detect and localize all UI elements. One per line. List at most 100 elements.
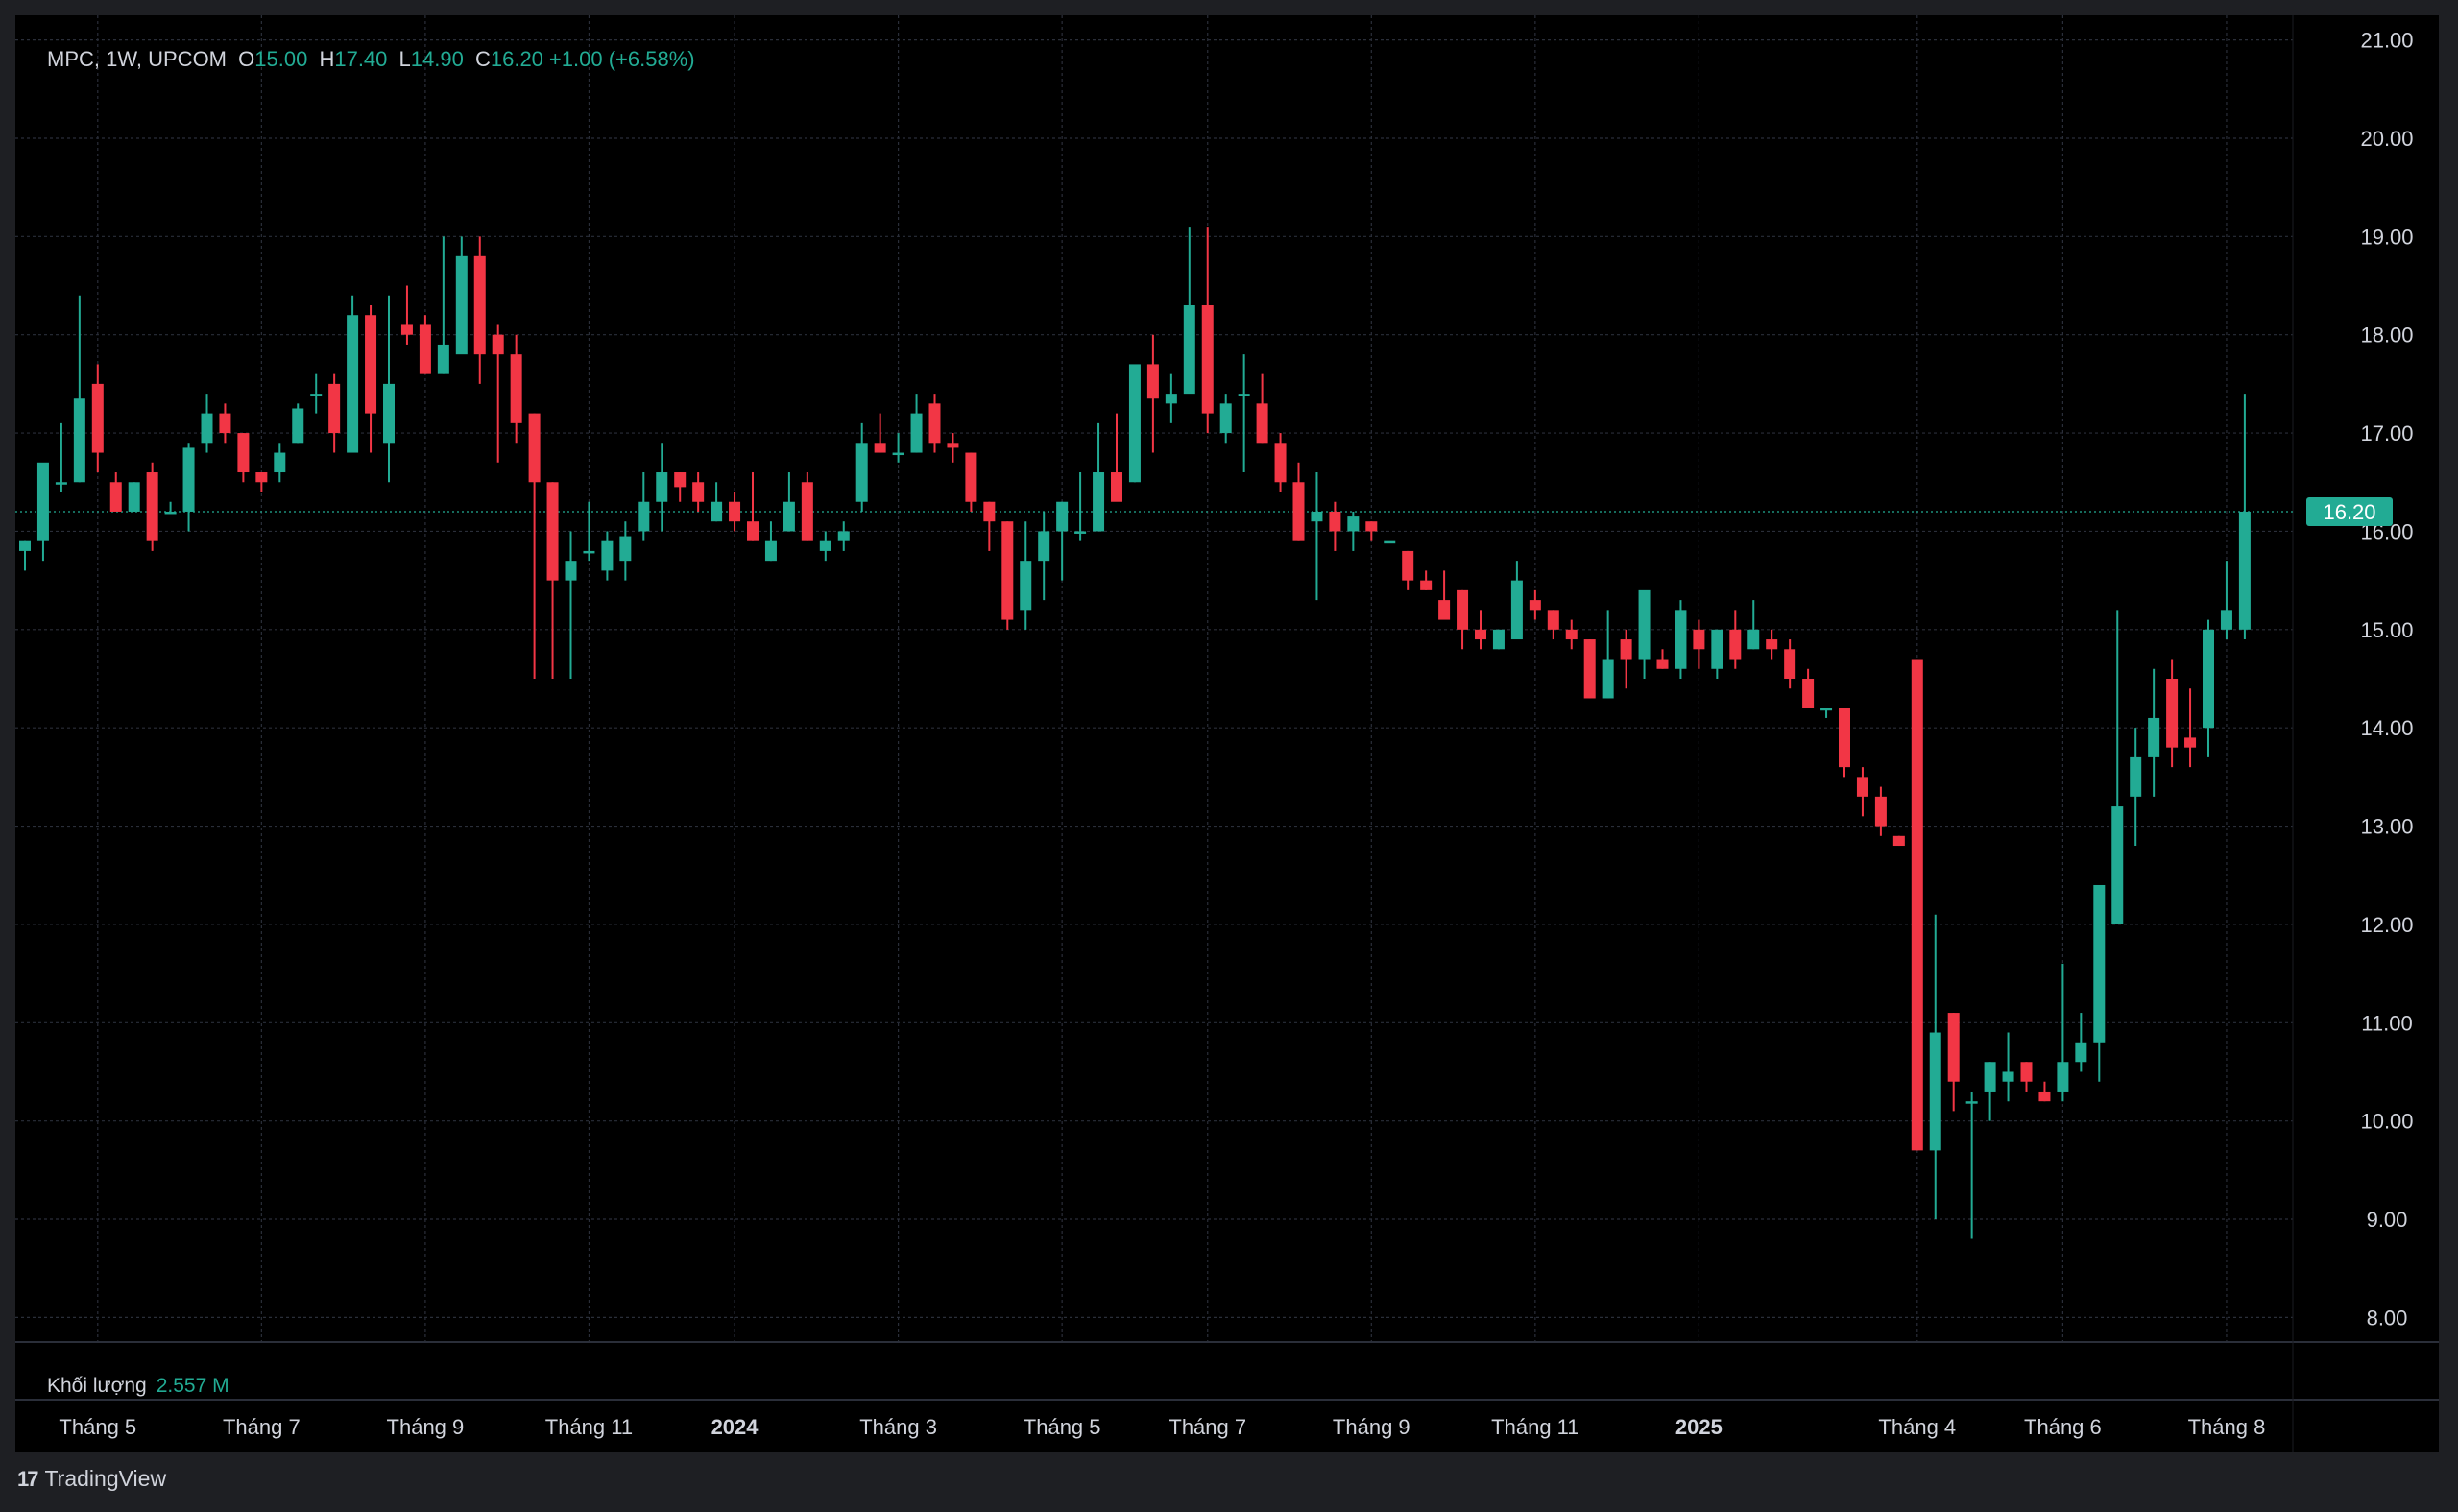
- candle-body: [1093, 472, 1105, 532]
- candle: [365, 304, 377, 453]
- candle-body: [656, 472, 668, 502]
- candle-body: [1984, 1062, 1996, 1092]
- candle: [2075, 1013, 2087, 1072]
- candle: [819, 531, 831, 562]
- candle: [2111, 610, 2124, 924]
- candle-body: [1784, 649, 1796, 679]
- candlestick-chart[interactable]: 8.00 9.00 10.00 11.00 12.00 13.00 14.00 15.00 16…: [15, 15, 2439, 1452]
- candle: [274, 443, 286, 483]
- candle: [1146, 334, 1159, 453]
- candle-body: [2020, 1062, 2033, 1082]
- price-tick-label: 9.00: [2367, 1208, 2408, 1232]
- candle-body: [455, 255, 468, 355]
- candle-body: [219, 413, 231, 434]
- candle-body: [1311, 511, 1323, 522]
- candle: [1656, 649, 1669, 669]
- candle: [1693, 619, 1705, 669]
- candle-body: [91, 383, 104, 453]
- candle: [2203, 619, 2214, 757]
- candle-body: [965, 452, 977, 502]
- candle: [1929, 914, 1941, 1220]
- candle-body: [1438, 600, 1451, 620]
- candle: [164, 501, 177, 515]
- symbol-label[interactable]: MPC, 1W, UPCOM: [47, 47, 227, 72]
- candle-body: [310, 394, 323, 396]
- candle: [1839, 708, 1850, 778]
- candle-body: [1638, 589, 1651, 660]
- price-tick-label: 21.00: [2360, 29, 2413, 53]
- candle-body: [583, 550, 595, 554]
- candle: [2130, 728, 2142, 847]
- candle-body: [1911, 659, 1923, 1151]
- candle: [546, 482, 559, 679]
- candle-body: [601, 540, 614, 571]
- chart-frame[interactable]: 8.00 9.00 10.00 11.00 12.00 13.00 14.00 15.00 16…: [15, 15, 2439, 1452]
- candle-body: [1420, 580, 1433, 590]
- volume-legend[interactable]: Khối lượng 2.557 M: [47, 1375, 229, 1398]
- candle-body: [1219, 403, 1232, 434]
- candle: [1638, 589, 1651, 679]
- candle-body: [19, 540, 31, 551]
- candle: [1510, 561, 1523, 640]
- candle-body: [1201, 304, 1214, 414]
- high-value: 17.40: [334, 47, 388, 71]
- candle: [1911, 659, 1923, 1151]
- low-value: 14.90: [410, 47, 464, 71]
- candle: [1984, 1062, 1996, 1121]
- tradingview-logo[interactable]: 17 TradingView: [17, 1466, 166, 1492]
- candle: [1620, 629, 1632, 689]
- chart-legend: MPC, 1W, UPCOM O15.00 H17.40 L14.90 C16.…: [47, 47, 695, 72]
- price-tick-label: 15.00: [2360, 618, 2413, 642]
- close-key: C: [474, 47, 491, 71]
- candle-body: [510, 354, 522, 423]
- candle: [1965, 1091, 1978, 1239]
- price-tick-label: 20.00: [2360, 127, 2413, 151]
- time-tick-label: Tháng 11: [1491, 1415, 1578, 1439]
- candle-body: [855, 443, 868, 502]
- candle: [747, 472, 759, 541]
- candle: [437, 236, 449, 374]
- candle-body: [1384, 540, 1396, 544]
- candle: [1492, 629, 1505, 650]
- candle: [1384, 540, 1396, 544]
- candle-body: [783, 501, 795, 532]
- candle-body: [1365, 521, 1378, 532]
- candle-body: [1965, 1101, 1978, 1104]
- candle-body: [473, 255, 486, 355]
- candle-body: [619, 536, 632, 562]
- candle-body: [729, 501, 741, 522]
- candle: [1128, 364, 1141, 483]
- candle: [1219, 394, 1232, 444]
- candle-body: [164, 511, 177, 515]
- candle: [1583, 639, 1596, 699]
- candle-body: [1146, 364, 1159, 399]
- candle-body: [1475, 629, 1486, 640]
- candles: [19, 227, 2251, 1239]
- candle-body: [892, 452, 904, 456]
- candle: [1165, 373, 1177, 423]
- candle-body: [2148, 717, 2160, 757]
- candle-body: [2220, 610, 2232, 630]
- close-value: 16.20: [490, 47, 543, 71]
- candle-body: [692, 482, 705, 502]
- candle: [2238, 394, 2251, 640]
- candle-body: [1929, 1032, 1941, 1151]
- price-tick-label: 10.00: [2360, 1110, 2413, 1134]
- candle: [1347, 511, 1360, 551]
- candle-body: [328, 383, 341, 434]
- candle-body: [1802, 679, 1815, 708]
- candle-body: [1856, 777, 1868, 797]
- candle-body: [1457, 589, 1469, 630]
- candle-body: [2002, 1071, 2014, 1082]
- price-tick-label: 11.00: [2361, 1011, 2412, 1035]
- candle-body: [1820, 708, 1833, 711]
- candle: [619, 521, 632, 581]
- candle-body: [109, 482, 122, 512]
- candle-body: [419, 324, 431, 374]
- candle: [1784, 639, 1796, 689]
- price-tick-label: 12.00: [2360, 913, 2413, 937]
- candle: [2220, 561, 2232, 640]
- candle-body: [837, 531, 850, 541]
- candle: [1475, 610, 1486, 650]
- time-tick-label: Tháng 7: [1169, 1415, 1246, 1439]
